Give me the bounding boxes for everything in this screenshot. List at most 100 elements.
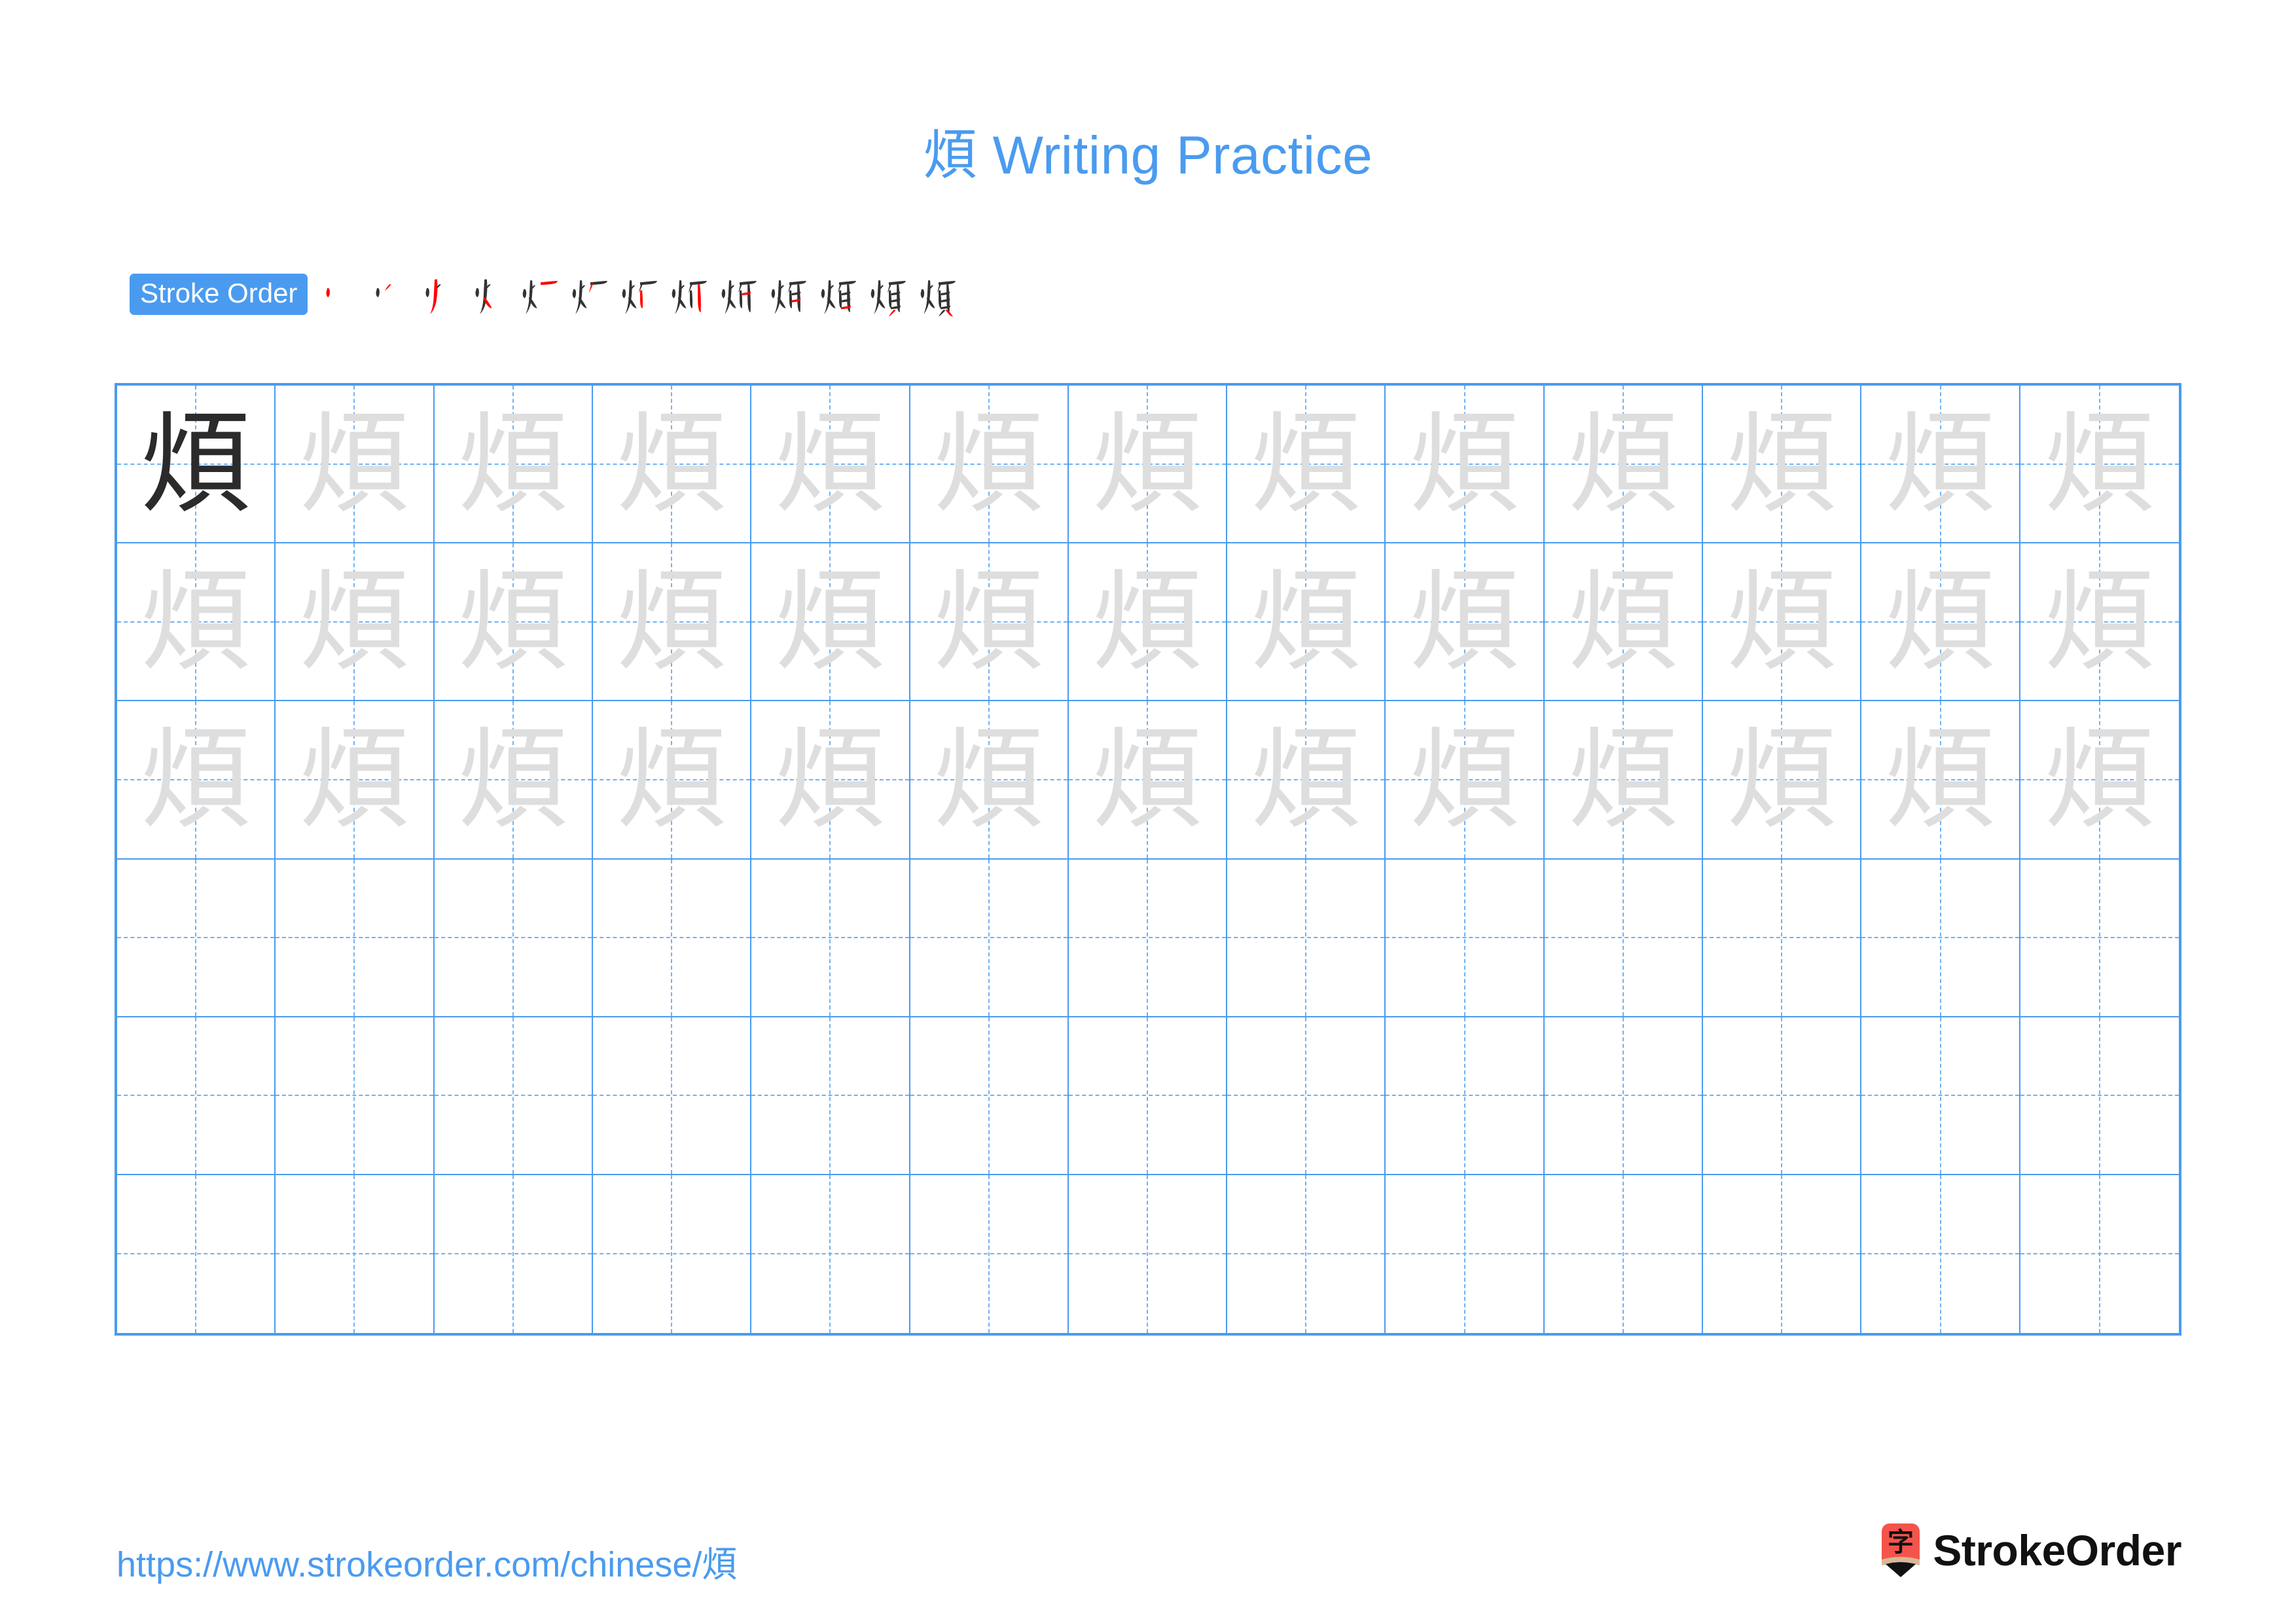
grid-cell-r5-c6[interactable]: [910, 1017, 1069, 1175]
trace-character: 煩: [617, 557, 727, 686]
grid-cell-r2-c3[interactable]: 煩: [434, 543, 593, 702]
grid-cell-r4-c4[interactable]: [592, 859, 752, 1017]
grid-cell-r5-c3[interactable]: [434, 1017, 593, 1175]
trace-character: 煩: [1251, 715, 1361, 844]
grid-cell-r3-c1[interactable]: 煩: [117, 701, 276, 860]
grid-cell-r1-c7[interactable]: 煩: [1068, 386, 1228, 544]
trace-character: 煩: [1092, 557, 1202, 686]
grid-cell-r6-c12[interactable]: [1861, 1175, 2020, 1333]
grid-cell-r1-c13[interactable]: 煩: [2020, 386, 2179, 544]
brand-logo[interactable]: 字 StrokeOrder: [1880, 1518, 2181, 1583]
grid-cell-r3-c11[interactable]: 煩: [1703, 701, 1862, 860]
grid-cell-r4-c7[interactable]: [1068, 859, 1228, 1017]
grid-cell-r1-c3[interactable]: 煩: [434, 386, 593, 544]
grid-cell-r5-c7[interactable]: [1068, 1017, 1228, 1175]
grid-cell-r1-c9[interactable]: 煩: [1386, 386, 1545, 544]
grid-cell-r5-c11[interactable]: [1703, 1017, 1862, 1175]
grid-cell-r6-c13[interactable]: [2020, 1175, 2179, 1333]
trace-character: 煩: [933, 715, 1044, 844]
grid-cell-r3-c4[interactable]: 煩: [592, 701, 752, 860]
grid-cell-r2-c10[interactable]: 煩: [1544, 543, 1704, 702]
trace-character: 煩: [2044, 557, 2155, 686]
grid-cell-r5-c2[interactable]: [276, 1017, 435, 1175]
trace-character: 煩: [933, 557, 1044, 686]
grid-cell-r4-c3[interactable]: [434, 859, 593, 1017]
model-character: 煩: [141, 399, 251, 528]
grid-cell-r1-c10[interactable]: 煩: [1544, 386, 1704, 544]
svg-text:字: 字: [1888, 1527, 1914, 1558]
grid-cell-r5-c5[interactable]: [751, 1017, 910, 1175]
grid-cell-r2-c11[interactable]: 煩: [1703, 543, 1862, 702]
grid-cell-r1-c1[interactable]: 煩: [117, 386, 276, 544]
trace-character: 煩: [1092, 715, 1202, 844]
grid-cell-r2-c5[interactable]: 煩: [751, 543, 910, 702]
trace-character: 煩: [617, 399, 727, 528]
grid-cell-r3-c10[interactable]: 煩: [1544, 701, 1704, 860]
grid-cell-r5-c12[interactable]: [1861, 1017, 2020, 1175]
grid-cell-r6-c5[interactable]: [751, 1175, 910, 1333]
grid-cell-r5-c13[interactable]: [2020, 1017, 2179, 1175]
grid-cell-r4-c2[interactable]: [276, 859, 435, 1017]
grid-cell-r4-c1[interactable]: [117, 859, 276, 1017]
grid-cell-r2-c1[interactable]: 煩: [117, 543, 276, 702]
grid-cell-r3-c7[interactable]: 煩: [1068, 701, 1228, 860]
stroke-order-section: Stroke Order: [130, 254, 963, 333]
grid-cell-r2-c9[interactable]: 煩: [1386, 543, 1545, 702]
stroke-step-2: [367, 254, 416, 333]
grid-cell-r6-c8[interactable]: [1227, 1175, 1386, 1333]
trace-character: 煩: [933, 399, 1044, 528]
grid-cell-r3-c5[interactable]: 煩: [751, 701, 910, 860]
grid-cell-r4-c13[interactable]: [2020, 860, 2179, 1017]
grid-cell-r1-c4[interactable]: 煩: [592, 386, 752, 544]
grid-cell-r5-c4[interactable]: [592, 1017, 752, 1175]
grid-cell-r3-c12[interactable]: 煩: [1861, 701, 2020, 860]
grid-cell-r4-c6[interactable]: [910, 859, 1069, 1017]
grid-cell-r4-c10[interactable]: [1544, 859, 1704, 1017]
grid-cell-r4-c9[interactable]: [1386, 859, 1545, 1017]
grid-cell-r4-c8[interactable]: [1227, 859, 1386, 1017]
grid-cell-r6-c11[interactable]: [1703, 1175, 1862, 1333]
grid-cell-r3-c13[interactable]: 煩: [2020, 701, 2179, 860]
grid-cell-r3-c9[interactable]: 煩: [1386, 701, 1545, 860]
grid-cell-r1-c12[interactable]: 煩: [1861, 386, 2020, 544]
grid-cell-r1-c11[interactable]: 煩: [1703, 386, 1862, 544]
grid-cell-r5-c10[interactable]: [1544, 1017, 1704, 1175]
grid-cell-r6-c9[interactable]: [1386, 1175, 1545, 1333]
grid-cell-r6-c1[interactable]: [117, 1175, 276, 1333]
grid-cell-r3-c6[interactable]: 煩: [910, 701, 1069, 860]
trace-character: 煩: [1409, 557, 1520, 686]
grid-cell-r6-c6[interactable]: [910, 1175, 1069, 1333]
grid-cell-r4-c12[interactable]: [1861, 859, 2020, 1017]
grid-cell-r2-c4[interactable]: 煩: [592, 543, 752, 702]
grid-cell-r2-c2[interactable]: 煩: [276, 543, 435, 702]
grid-cell-r6-c7[interactable]: [1069, 1175, 1228, 1333]
grid-cell-r2-c6[interactable]: 煩: [910, 543, 1069, 702]
trace-character: 煩: [457, 715, 568, 844]
grid-cell-r5-c8[interactable]: [1227, 1017, 1386, 1175]
trace-character: 煩: [299, 557, 410, 686]
grid-cell-r6-c10[interactable]: [1545, 1175, 1704, 1333]
trace-character: 煩: [1251, 557, 1361, 686]
grid-cell-r4-c5[interactable]: [751, 859, 910, 1017]
grid-cell-r2-c8[interactable]: 煩: [1227, 543, 1386, 702]
grid-cell-r6-c3[interactable]: [435, 1175, 593, 1333]
grid-cell-r5-c1[interactable]: [117, 1017, 276, 1175]
grid-cell-r5-c9[interactable]: [1386, 1017, 1545, 1175]
grid-cell-r1-c6[interactable]: 煩: [910, 386, 1069, 544]
grid-cell-r2-c7[interactable]: 煩: [1068, 543, 1228, 702]
trace-character: 煩: [1568, 557, 1678, 686]
grid-cell-r3-c3[interactable]: 煩: [434, 701, 593, 860]
grid-cell-r4-c11[interactable]: [1703, 859, 1862, 1017]
stroke-step-5: [516, 254, 565, 333]
grid-cell-r1-c8[interactable]: 煩: [1227, 386, 1386, 544]
grid-cell-r1-c2[interactable]: 煩: [276, 386, 435, 544]
grid-cell-r2-c13[interactable]: 煩: [2020, 543, 2179, 702]
grid-cell-r2-c12[interactable]: 煩: [1861, 543, 2020, 702]
grid-cell-r3-c2[interactable]: 煩: [276, 701, 435, 860]
source-url-link[interactable]: https://www.strokeorder.com/chinese/煩: [117, 1535, 737, 1587]
grid-cell-r3-c8[interactable]: 煩: [1227, 701, 1386, 860]
grid-cell-r1-c5[interactable]: 煩: [751, 386, 910, 544]
grid-cell-r6-c2[interactable]: [276, 1175, 435, 1333]
stroke-step-8: [665, 254, 715, 333]
grid-cell-r6-c4[interactable]: [593, 1175, 752, 1333]
